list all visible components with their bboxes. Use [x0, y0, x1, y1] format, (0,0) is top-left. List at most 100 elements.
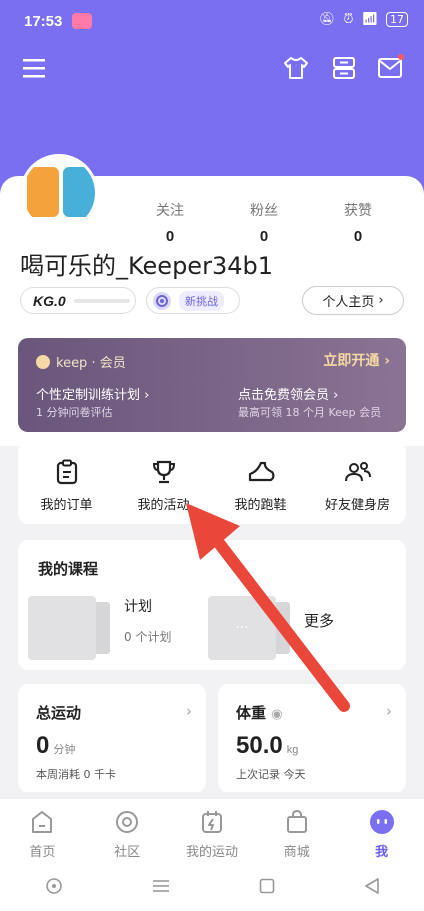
stat-label: 粉丝	[250, 203, 278, 219]
shop-icon	[285, 807, 309, 837]
stat-value: 0	[259, 228, 269, 245]
vip-open-button[interactable]: 立即开通 ›	[323, 350, 390, 370]
exercise-sub: 本周消耗 0 千卡	[36, 768, 116, 781]
back-nav-icon[interactable]	[364, 877, 380, 899]
plan-thumbnail[interactable]	[28, 596, 96, 660]
eye-icon[interactable]: ◉	[271, 707, 282, 722]
plan-thumb-back	[94, 602, 110, 654]
weight-sub: 上次记录 今天	[236, 768, 306, 781]
home-nav-icon[interactable]	[259, 878, 275, 898]
kg-level-badge[interactable]: KG.0	[20, 287, 136, 314]
alarm-icon: ⏰︎	[343, 12, 354, 27]
quick-label: 我的跑鞋	[234, 498, 287, 513]
vip-banner[interactable]: keep · 会员 立即开通 › 个性定制训练计划 › 1 分钟问卷评估 点击免…	[18, 338, 406, 432]
stat-followers[interactable]: 粉丝 0	[234, 200, 294, 245]
chevron-right-icon: ›	[386, 702, 392, 720]
system-icons: 🔕︎ ⏰︎ 📶︎ 17	[319, 12, 408, 27]
exercise-title: 总运动	[36, 704, 82, 722]
vip-open-label: 立即开通	[323, 353, 380, 369]
more-courses-link[interactable]: 更多	[304, 610, 334, 631]
tab-me[interactable]: 我	[339, 799, 424, 864]
weight-number: 50.0	[236, 732, 283, 759]
tshirt-icon[interactable]	[280, 52, 312, 84]
quick-entries: 我的订单 我的活动 我的跑鞋 好友健身房	[18, 442, 406, 524]
quick-label: 我的订单	[40, 498, 93, 513]
tab-label: 我的运动	[185, 845, 238, 860]
assist-icon[interactable]	[45, 877, 63, 899]
quick-label: 我的活动	[137, 498, 190, 513]
profile-home-label: 个人主页	[322, 295, 375, 310]
stat-following[interactable]: 关注 0	[140, 200, 200, 245]
challenge-badge[interactable]: 新挑战	[146, 287, 240, 314]
vip-gem-icon	[36, 354, 50, 369]
tab-home[interactable]: 首页	[0, 799, 85, 864]
stat-label: 获赞	[344, 203, 372, 219]
username: 喝可乐的_Keeper34b1	[20, 252, 273, 280]
sport-icon	[200, 807, 224, 837]
avatar-image-right	[63, 167, 95, 217]
weight-value: 50.0 kg	[236, 732, 298, 760]
exercise-value: 0 分钟	[36, 732, 75, 760]
mail-icon[interactable]	[374, 52, 406, 84]
system-navigation-bar	[0, 864, 424, 911]
more-dots-icon: ···	[235, 620, 249, 636]
exercise-unit: 分钟	[53, 744, 76, 756]
bottom-tab-bar: 首页 社区 我的运动 商城 我	[0, 798, 424, 864]
status-time: 17:53	[24, 13, 63, 30]
stat-value: 0	[353, 228, 363, 245]
shoe-icon	[247, 458, 275, 486]
quick-activities[interactable]: 我的活动	[115, 442, 212, 524]
vip-right-title-text: 点击免费领会员	[238, 388, 330, 403]
tab-my-sport[interactable]: 我的运动	[170, 799, 255, 864]
tab-label: 我	[375, 845, 389, 860]
plan-title[interactable]: 计划	[124, 596, 152, 616]
vip-left-title-text: 个性定制训练计划	[36, 388, 141, 403]
kg-progress-bar	[73, 298, 130, 303]
top-bar	[0, 48, 424, 88]
more-thumb-back	[274, 602, 290, 654]
tab-label: 首页	[29, 845, 56, 860]
app-badge-icon	[72, 13, 92, 29]
community-icon	[114, 807, 140, 837]
friends-icon	[344, 458, 372, 486]
exercise-card[interactable]: 总运动 › 0 分钟 本周消耗 0 千卡	[18, 684, 206, 792]
profile-home-button[interactable]: 个人主页 ›	[302, 286, 404, 315]
vip-left-sub: 1 分钟问卷评估	[36, 406, 113, 419]
avatar-image-left	[27, 167, 59, 217]
vip-brand-text: keep · 会员	[56, 356, 126, 371]
weight-unit: kg	[286, 744, 299, 756]
home-icon	[30, 807, 54, 837]
weight-card[interactable]: 体重 ◉ › 50.0 kg 上次记录 今天	[218, 684, 406, 792]
more-thumbnail[interactable]: ···	[208, 596, 276, 660]
exercise-number: 0	[36, 732, 50, 759]
challenge-icon	[153, 291, 171, 310]
weight-title-row: 体重 ◉	[236, 702, 283, 723]
plan-count: 0 个计划	[124, 630, 172, 644]
tab-community[interactable]: 社区	[85, 799, 170, 864]
quick-label: 好友健身房	[324, 498, 390, 513]
tab-label: 商城	[283, 845, 310, 860]
bell-off-icon: 🔕︎	[318, 12, 336, 27]
chevron-right-icon: ›	[384, 353, 390, 369]
vip-left-title[interactable]: 个性定制训练计划 ›	[36, 384, 149, 403]
quick-friends-gym[interactable]: 好友健身房	[309, 442, 406, 524]
me-icon	[368, 807, 396, 837]
stat-value: 0	[165, 228, 175, 245]
kg-level-text: KG.0	[33, 292, 66, 309]
tab-shop[interactable]: 商城	[254, 799, 339, 864]
avatar[interactable]	[20, 154, 98, 232]
status-bar: 17:53 🔕︎ ⏰︎ 📶︎ 17	[0, 0, 424, 44]
chevron-right-icon: ›	[186, 702, 192, 720]
my-courses-card: 我的课程 计划 0 个计划 ··· 更多	[18, 540, 406, 670]
courses-title: 我的课程	[38, 560, 99, 578]
stat-likes[interactable]: 获赞 0	[328, 200, 388, 245]
quick-orders[interactable]: 我的订单	[18, 442, 115, 524]
quick-shoes[interactable]: 我的跑鞋	[212, 442, 309, 524]
chevron-right-icon: ›	[378, 293, 384, 308]
trophy-icon	[151, 458, 177, 486]
menu-icon[interactable]	[18, 52, 50, 84]
vip-right-title[interactable]: 点击免费领会员 ›	[238, 384, 338, 403]
recent-apps-icon[interactable]	[152, 878, 170, 897]
storage-icon[interactable]	[328, 52, 360, 84]
challenge-text: 新挑战	[179, 290, 224, 311]
